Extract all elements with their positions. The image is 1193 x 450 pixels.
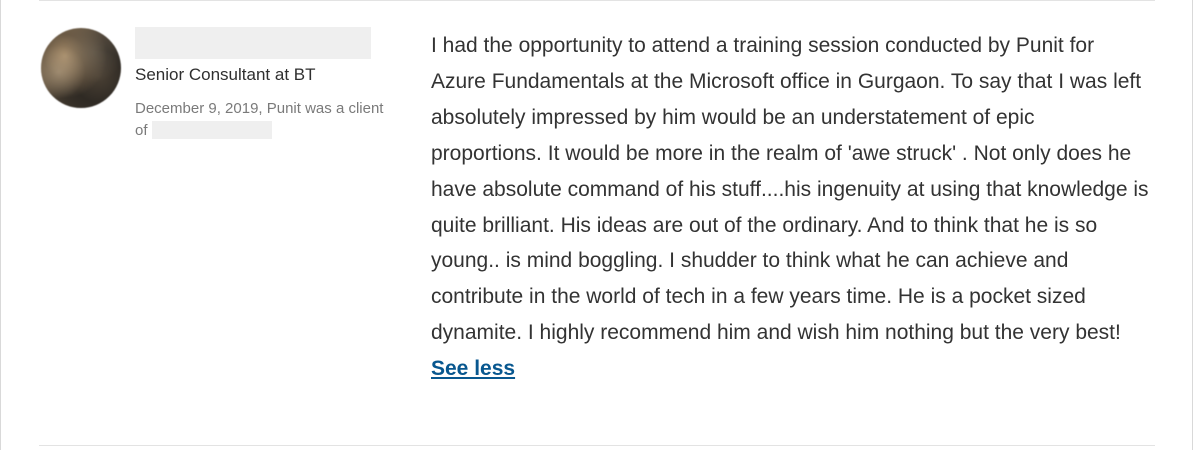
see-less-link[interactable]: See less [431,357,515,380]
recommendation-meta: December 9, 2019, Punit was a client of [135,98,385,142]
recommendation-card: Senior Consultant at BT December 9, 2019… [0,0,1193,450]
recommendation-text: I had the opportunity to attend a traini… [431,28,1151,387]
recommender-name-redacted[interactable] [135,27,371,59]
recommender-headline: Senior Consultant at BT [135,65,316,84]
avatar[interactable] [41,28,121,108]
bottom-divider [39,445,1155,446]
company-name-redacted [151,121,272,139]
recommendation-body: I had the opportunity to attend a traini… [431,34,1149,345]
top-divider [39,0,1155,1]
